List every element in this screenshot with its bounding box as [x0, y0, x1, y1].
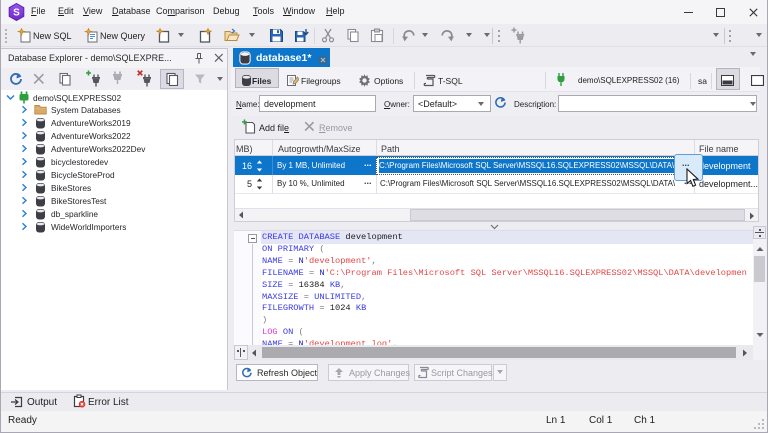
- svg-text:S: S: [13, 8, 20, 19]
